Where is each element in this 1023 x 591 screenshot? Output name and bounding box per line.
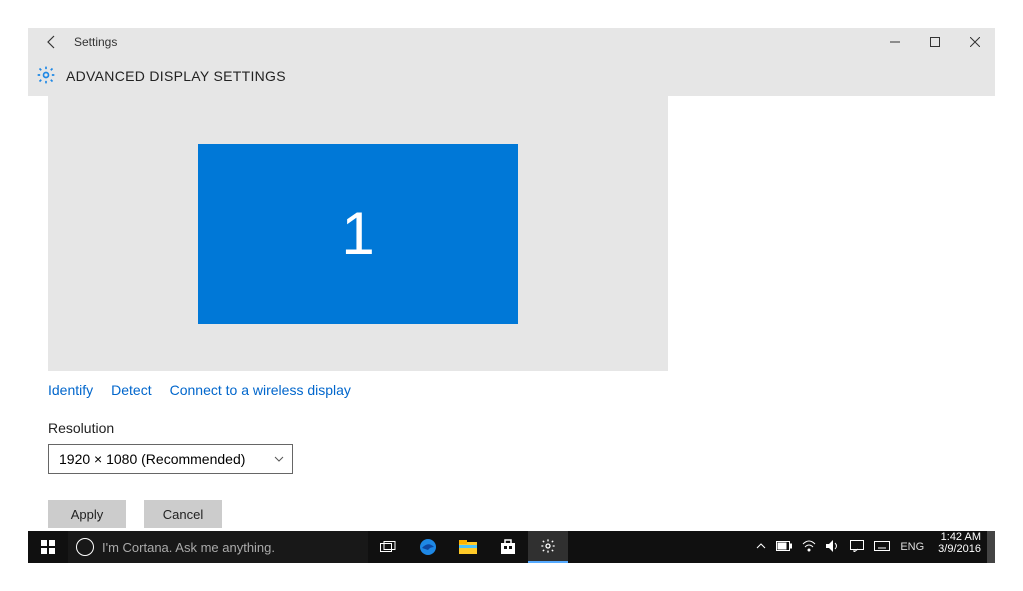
monitor-number: 1 <box>341 199 374 268</box>
search-placeholder: I'm Cortana. Ask me anything. <box>102 540 275 555</box>
cancel-button[interactable]: Cancel <box>144 500 222 528</box>
resolution-select[interactable]: 1920 × 1080 (Recommended) <box>48 444 293 474</box>
maximize-button[interactable] <box>915 28 955 56</box>
content-area: 1 Identify Detect Connect to a wireless … <box>28 96 995 563</box>
volume-icon[interactable] <box>826 540 840 555</box>
task-view-button[interactable] <box>368 531 408 563</box>
resolution-label: Resolution <box>48 420 668 436</box>
monitor-tile-1[interactable]: 1 <box>198 144 518 324</box>
gear-icon <box>36 65 56 88</box>
close-button[interactable] <box>955 28 995 56</box>
display-action-links: Identify Detect Connect to a wireless di… <box>48 371 668 398</box>
apply-button[interactable]: Apply <box>48 500 126 528</box>
page-header: ADVANCED DISPLAY SETTINGS <box>28 56 995 96</box>
cortana-search[interactable]: I'm Cortana. Ask me anything. <box>68 531 368 563</box>
edge-taskbar-icon[interactable] <box>408 531 448 563</box>
store-taskbar-icon[interactable] <box>488 531 528 563</box>
action-buttons: Apply Cancel <box>48 500 668 528</box>
monitor-preview-area: 1 <box>48 96 668 371</box>
cortana-icon <box>76 538 94 556</box>
clock[interactable]: 1:42 AM 3/9/2016 <box>932 531 987 563</box>
settings-window: Settings ADVANCED DISPLAY SETTINGS 1 <box>28 28 995 563</box>
clock-time: 1:42 AM <box>938 531 981 543</box>
system-tray: ENG <box>748 531 932 563</box>
action-center-icon[interactable] <box>850 540 864 555</box>
tray-overflow-icon[interactable] <box>756 540 766 554</box>
identify-link[interactable]: Identify <box>48 382 93 398</box>
window-title: Settings <box>74 35 117 49</box>
page-title: ADVANCED DISPLAY SETTINGS <box>66 68 286 84</box>
show-desktop-button[interactable] <box>987 531 995 563</box>
wifi-icon[interactable] <box>802 540 816 555</box>
taskbar: I'm Cortana. Ask me anything. <box>28 531 995 563</box>
resolution-value: 1920 × 1080 (Recommended) <box>59 451 245 467</box>
titlebar: Settings <box>28 28 995 56</box>
settings-taskbar-icon[interactable] <box>528 531 568 563</box>
clock-date: 3/9/2016 <box>938 543 981 555</box>
keyboard-icon[interactable] <box>874 540 890 554</box>
start-button[interactable] <box>28 531 68 563</box>
battery-icon[interactable] <box>776 540 792 554</box>
detect-link[interactable]: Detect <box>111 382 151 398</box>
chevron-down-icon <box>274 451 284 467</box>
language-indicator[interactable]: ENG <box>900 541 924 553</box>
file-explorer-taskbar-icon[interactable] <box>448 531 488 563</box>
minimize-button[interactable] <box>875 28 915 56</box>
back-button[interactable] <box>38 28 66 56</box>
wireless-display-link[interactable]: Connect to a wireless display <box>170 382 351 398</box>
